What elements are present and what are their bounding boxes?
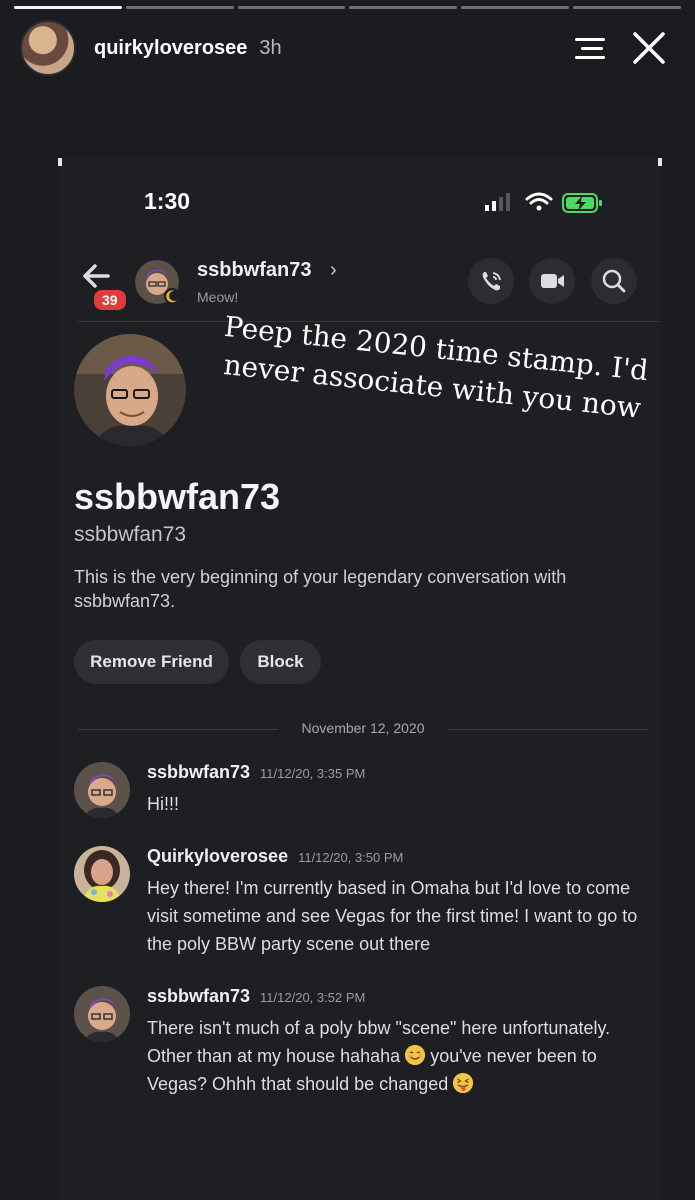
message-timestamp: 11/12/20, 3:50 PM [298, 850, 404, 865]
message-author[interactable]: ssbbwfan73 11/12/20, 3:35 PM [147, 762, 365, 783]
profile-avatar[interactable] [74, 334, 186, 446]
call-button[interactable] [468, 258, 514, 304]
conversation-intro: This is the very beginning of your legen… [74, 567, 567, 611]
unread-badge: 39 [92, 288, 128, 312]
story-segment [14, 6, 122, 9]
story-username[interactable]: quirkyloverosee [94, 37, 247, 60]
story-segment [573, 6, 681, 9]
menu-icon[interactable] [575, 34, 609, 62]
message-timestamp: 11/12/20, 3:52 PM [260, 990, 366, 1005]
message-author[interactable]: ssbbwfan73 11/12/20, 3:52 PM [147, 986, 365, 1007]
video-icon [541, 274, 564, 288]
message-text: Hey there! I'm currently based in Omaha … [147, 878, 638, 954]
chat-recipient-name[interactable]: ssbbwfan73 [197, 259, 311, 282]
signal-icon [485, 193, 510, 211]
story-age: 3h [259, 36, 282, 59]
remove-friend-button[interactable]: Remove Friend [74, 640, 229, 684]
idle-status-icon [164, 288, 180, 304]
message-text: There isn't much of a poly bbw "scene" h… [147, 1014, 657, 1098]
message-author-name[interactable]: Quirkyloverosee [147, 846, 288, 866]
message-author[interactable]: Quirkyloverosee 11/12/20, 3:50 PM [147, 846, 403, 867]
story-progress [14, 6, 681, 9]
story-segment [125, 6, 234, 9]
status-time: 1:30 [144, 188, 191, 214]
smile-emoji-icon [405, 1045, 426, 1065]
story-segment [461, 6, 570, 9]
avatar[interactable] [74, 762, 130, 818]
video-call-button[interactable] [529, 258, 575, 304]
header-divider [78, 321, 660, 322]
message-timestamp: 11/12/20, 3:35 PM [260, 766, 366, 781]
message: ssbbwfan73 11/12/20, 3:52 PM There isn't … [74, 986, 664, 1126]
crop-corner [58, 158, 62, 166]
story-segment [349, 6, 458, 9]
custom-status: Meow! [197, 289, 239, 305]
crop-corner [658, 158, 662, 166]
status-icons [485, 192, 602, 213]
story-avatar[interactable] [20, 20, 76, 76]
tongue-emoji-icon [453, 1073, 474, 1093]
search-button[interactable] [591, 258, 637, 304]
message: ssbbwfan73 11/12/20, 3:35 PM Hi!!! [74, 762, 664, 822]
call-icon [482, 272, 501, 291]
chat-header: 39 ssbbwfan73 › Meow! [78, 256, 650, 312]
message-author-name[interactable]: ssbbwfan73 [147, 986, 250, 1006]
wifi-icon [525, 192, 553, 211]
message: Quirkyloverosee 11/12/20, 3:50 PM Hey the… [74, 846, 664, 956]
search-icon [602, 269, 626, 293]
chevron-right-icon[interactable]: › [330, 259, 337, 282]
story-segment [237, 6, 346, 9]
story-header: quirkyloverosee 3h [20, 20, 681, 76]
profile-handle: ssbbwfan73 [74, 523, 187, 546]
message-text: Hi!!! [147, 794, 180, 814]
avatar[interactable] [74, 846, 130, 902]
date-separator-label: November 12, 2020 [301, 720, 425, 736]
battery-icon [562, 193, 602, 213]
profile-display-name: ssbbwfan73 [74, 476, 281, 517]
close-icon[interactable] [629, 28, 669, 68]
block-button[interactable]: Block [240, 640, 321, 684]
avatar[interactable] [74, 986, 130, 1042]
message-author-name[interactable]: ssbbwfan73 [147, 762, 250, 782]
date-separator: November 12, 2020 [78, 718, 648, 740]
